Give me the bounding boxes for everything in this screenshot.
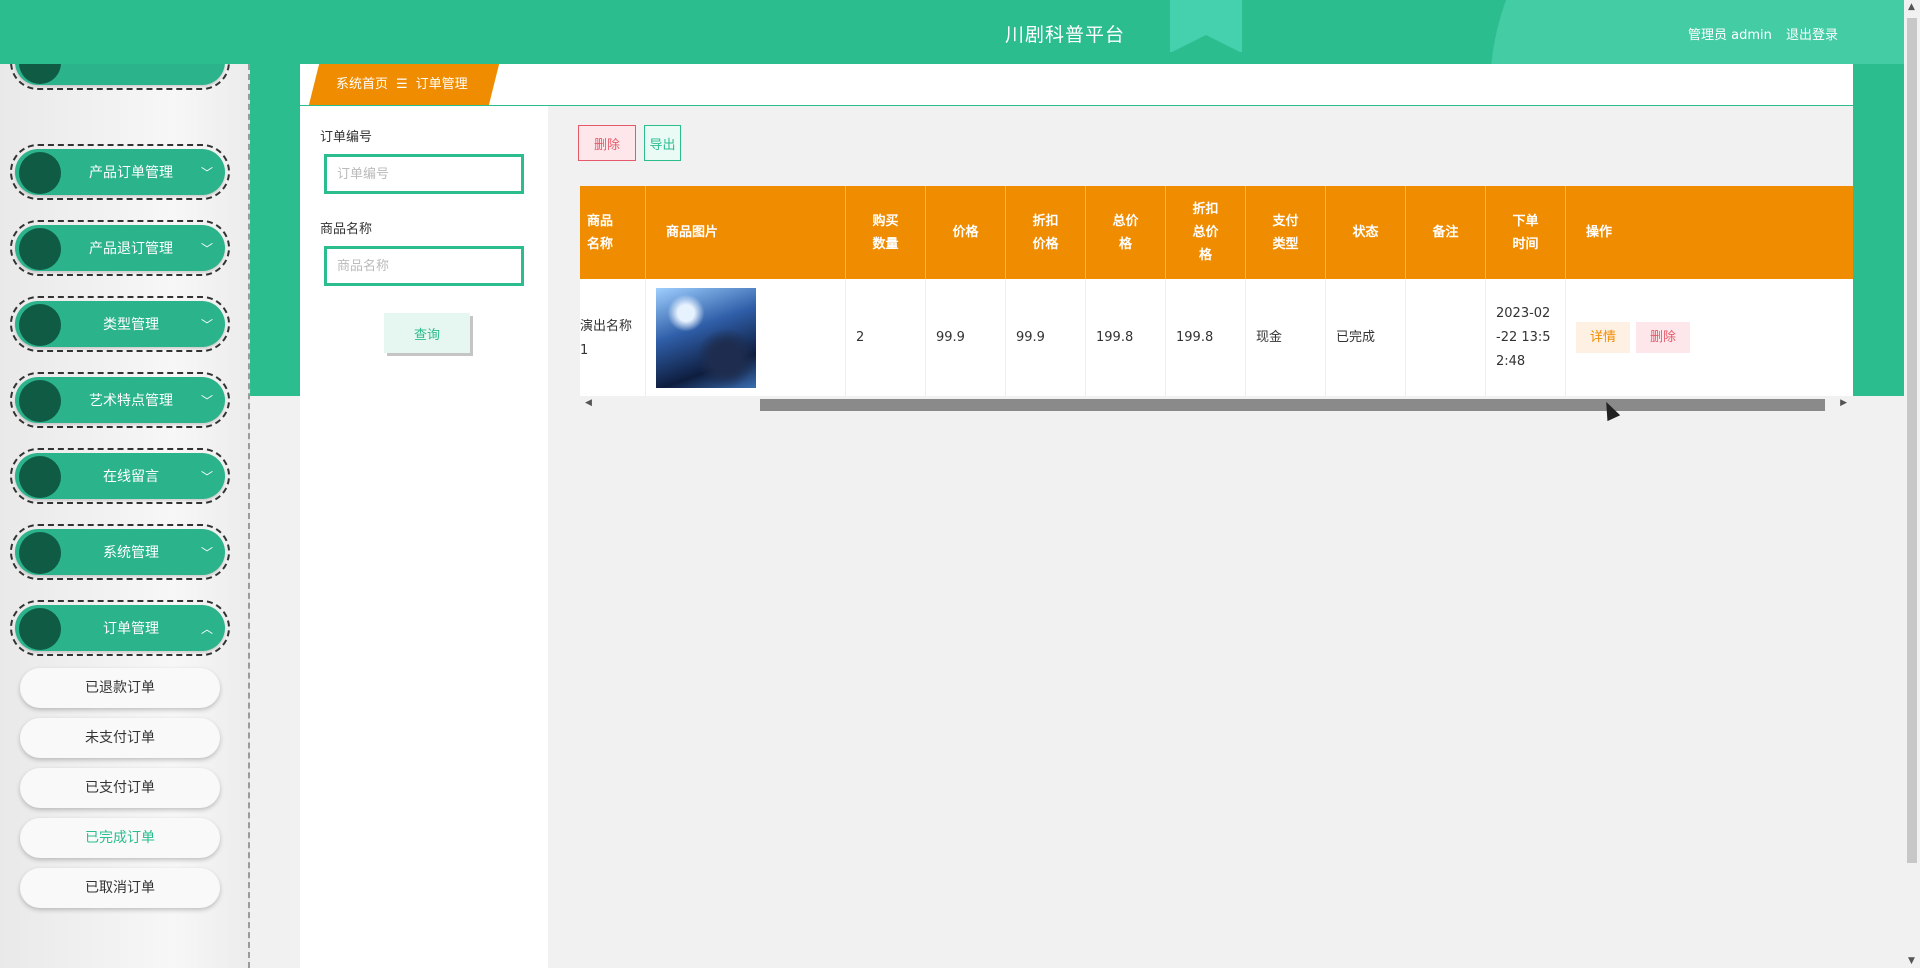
user-info: 管理员 admin 退出登录 xyxy=(1678,24,1838,43)
menu-dot-icon xyxy=(19,304,61,346)
table-header: 商品 名称 商品图片 购买 数量 价格 折扣 价格 总价 格 折扣 总价 格 支… xyxy=(580,186,1853,279)
order-no-input[interactable] xyxy=(324,154,524,194)
sidebar-item-types[interactable]: 类型管理 ﹀ xyxy=(10,296,230,352)
sidebar-item-partial[interactable] xyxy=(10,64,230,90)
col-total: 总价 格 xyxy=(1086,186,1166,279)
batch-delete-button[interactable]: 删除 xyxy=(578,125,636,161)
col-quantity: 购买 数量 xyxy=(846,186,926,279)
cell-order-time: 2023-02 -22 13:5 2:48 xyxy=(1486,279,1566,396)
sidebar-item-system[interactable]: 系统管理 ﹀ xyxy=(10,524,230,580)
cell-pay-type: 现金 xyxy=(1246,279,1326,396)
sidebar-item-orders[interactable]: 订单管理 ︿ xyxy=(10,600,230,656)
scroll-right-icon[interactable]: ▶ xyxy=(1840,398,1847,408)
sidebar-item-product-refunds[interactable]: 产品退订管理 ﹀ xyxy=(10,220,230,276)
scroll-up-icon[interactable]: ▲ xyxy=(1908,2,1915,12)
breadcrumb-separator-icon: ☰ xyxy=(396,77,408,92)
orders-table: 商品 名称 商品图片 购买 数量 价格 折扣 价格 总价 格 折扣 总价 格 支… xyxy=(580,186,1853,414)
col-product-image: 商品图片 xyxy=(646,186,846,279)
col-product-name: 商品 名称 xyxy=(580,186,646,279)
col-actions: 操作 xyxy=(1586,225,1613,240)
vertical-scrollbar[interactable]: ▲ ▼ xyxy=(1904,0,1920,968)
cell-status: 已完成 xyxy=(1326,279,1406,396)
sidebar-item-product-orders[interactable]: 产品订单管理 ﹀ xyxy=(10,144,230,200)
vertical-scrollbar-thumb[interactable] xyxy=(1907,18,1917,863)
menu-dot-icon xyxy=(19,152,61,194)
breadcrumb: 系统首页 ☰ 订单管理 xyxy=(336,64,468,105)
col-price: 价格 xyxy=(926,186,1006,279)
chevron-down-icon: ﹀ xyxy=(200,546,213,560)
sidebar[interactable]: 产品订单管理 ﹀ 产品退订管理 ﹀ 类型管理 ﹀ 艺术特点管理 ﹀ 在线留言 ﹀… xyxy=(0,64,250,968)
col-pay-type: 支付 类型 xyxy=(1246,186,1326,279)
scroll-down-icon[interactable]: ▼ xyxy=(1908,956,1915,966)
sidebar-item-label: 系统管理 xyxy=(103,545,159,561)
sidebar-item-label: 艺术特点管理 xyxy=(89,393,173,409)
menu-dot-icon xyxy=(19,608,61,650)
submenu-cancelled-orders[interactable]: 已取消订单 xyxy=(20,868,220,908)
product-thumbnail[interactable] xyxy=(656,287,756,388)
sidebar-item-label: 订单管理 xyxy=(103,621,159,637)
export-button[interactable]: 导出 xyxy=(644,125,681,161)
col-remark: 备注 xyxy=(1406,186,1486,279)
col-discount-total: 折扣 总价 格 xyxy=(1166,186,1246,279)
cell-product-image xyxy=(646,279,846,396)
top-header: 川剧科普平台 管理员 admin 退出登录 xyxy=(0,0,1920,64)
site-title: 川剧科普平台 xyxy=(1004,24,1125,46)
scrollbar-thumb[interactable] xyxy=(760,399,1825,411)
order-no-label: 订单编号 xyxy=(320,130,373,145)
cell-product-name: 演出名称 1 xyxy=(580,279,646,396)
chevron-down-icon: ﹀ xyxy=(200,242,213,256)
chevron-up-icon: ︿ xyxy=(200,622,213,636)
product-name-label: 商品名称 xyxy=(320,222,373,237)
chevron-down-icon: ﹀ xyxy=(200,394,213,408)
detail-button[interactable]: 详情 xyxy=(1576,322,1631,353)
chevron-down-icon: ﹀ xyxy=(200,470,213,484)
table-row[interactable]: 演出名称 1 2 99.9 99.9 199.8 199.8 现金 已完成 20… xyxy=(580,279,1853,396)
chevron-down-icon: ﹀ xyxy=(200,318,213,332)
main-content: 删除 导出 商品 名称 商品图片 购买 数量 价格 折扣 价格 总价 格 折扣 … xyxy=(548,106,1853,968)
logout-link[interactable]: 退出登录 xyxy=(1786,28,1838,43)
cell-total: 199.8 xyxy=(1086,279,1166,396)
submenu-refunded-orders[interactable]: 已退款订单 xyxy=(20,668,220,708)
sidebar-item-messages[interactable]: 在线留言 ﹀ xyxy=(10,448,230,504)
col-status: 状态 xyxy=(1326,186,1406,279)
submenu-paid-orders[interactable]: 已支付订单 xyxy=(20,768,220,808)
breadcrumb-current: 订单管理 xyxy=(415,77,468,92)
submenu-completed-orders[interactable]: 已完成订单 xyxy=(20,818,220,858)
admin-user-label: 管理员 admin xyxy=(1687,28,1772,43)
submenu-unpaid-orders[interactable]: 未支付订单 xyxy=(20,718,220,758)
cell-actions: 详情 删除 xyxy=(1566,279,1853,396)
sidebar-item-label: 在线留言 xyxy=(103,469,159,485)
chevron-down-icon: ﹀ xyxy=(200,166,213,180)
col-order-time: 下单 时间 xyxy=(1486,186,1566,279)
horizontal-scrollbar[interactable]: ◀ ▶ xyxy=(580,396,1853,414)
breadcrumb-home-link[interactable]: 系统首页 xyxy=(336,77,388,92)
row-delete-button[interactable]: 删除 xyxy=(1636,322,1691,353)
scroll-left-icon[interactable]: ◀ xyxy=(585,398,592,408)
product-name-input[interactable] xyxy=(324,246,524,286)
menu-dot-icon xyxy=(19,532,61,574)
menu-dot-icon xyxy=(19,456,61,498)
menu-dot-icon xyxy=(19,380,61,422)
breadcrumb-bar: 系统首页 ☰ 订单管理 xyxy=(300,64,1853,105)
search-panel: 订单编号 商品名称 查询 xyxy=(300,106,548,968)
col-discount-price: 折扣 价格 xyxy=(1006,186,1086,279)
sidebar-item-art-features[interactable]: 艺术特点管理 ﹀ xyxy=(10,372,230,428)
sidebar-item-label: 类型管理 xyxy=(103,317,159,333)
menu-dot-icon xyxy=(19,64,61,84)
cell-discount-price: 99.9 xyxy=(1006,279,1086,396)
sidebar-item-label: 产品退订管理 xyxy=(89,241,173,257)
query-button[interactable]: 查询 xyxy=(384,313,470,353)
cell-remark xyxy=(1406,279,1486,396)
menu-dot-icon xyxy=(19,228,61,270)
cell-quantity: 2 xyxy=(846,279,926,396)
cell-discount-total: 199.8 xyxy=(1166,279,1246,396)
sidebar-item-label: 产品订单管理 xyxy=(89,165,173,181)
cell-price: 99.9 xyxy=(926,279,1006,396)
